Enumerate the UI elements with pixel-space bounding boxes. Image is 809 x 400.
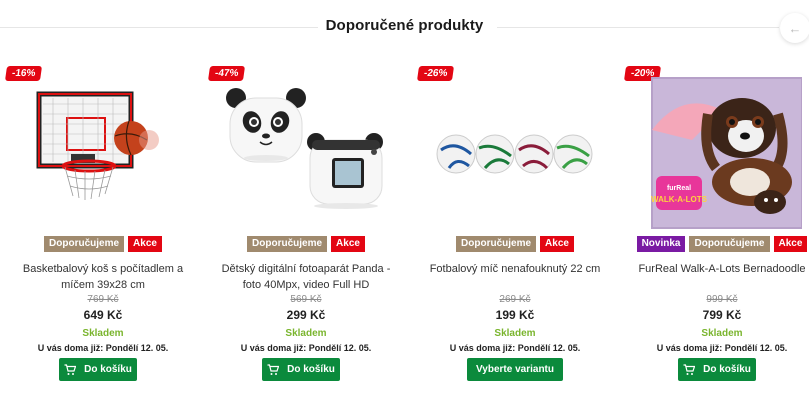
sale-badge: Akce <box>128 236 162 252</box>
price: 199 Kč <box>495 308 535 322</box>
product-image[interactable] <box>23 70 183 230</box>
add-to-cart-label: Do košíku <box>703 364 751 375</box>
product-badges: Doporučujeme Akce <box>411 236 619 252</box>
add-to-cart-label: Do košíku <box>84 364 132 375</box>
price: 649 Kč <box>83 308 123 322</box>
old-price: 999 Kč <box>706 294 738 305</box>
product-card[interactable]: -16% Doporučujeme Akce Basketbalový koš … <box>0 58 207 400</box>
add-to-cart-label: Do košíku <box>287 364 335 375</box>
product-name[interactable]: FurReal Walk-A-Lots Bernadoodle <box>628 261 809 277</box>
svg-text:WALK-A-LOTS: WALK-A-LOTS <box>651 195 708 204</box>
product-image[interactable] <box>435 70 595 230</box>
stock-status: Skladem <box>285 328 327 339</box>
cart-icon <box>64 363 77 375</box>
delivery-date: U vás doma již: Pondělí 12. 05. <box>449 343 581 353</box>
add-to-cart-button[interactable]: Do košíku <box>59 358 137 381</box>
old-price: 769 Kč <box>87 294 119 305</box>
recommended-badge: Doporučujeme <box>44 236 125 252</box>
product-card[interactable]: -47% Doporučujeme Akce Dětský digitální … <box>202 58 410 400</box>
new-badge: Novinka <box>636 236 686 252</box>
product-name[interactable]: Dětský digitální fotoaparát Panda - foto… <box>212 261 400 293</box>
carousel-prev-button[interactable]: ← <box>780 13 809 43</box>
sale-badge: Akce <box>773 236 808 252</box>
delivery-date: U vás doma již: Pondělí 12. 05. <box>656 343 788 353</box>
recommended-badge: Doporučujeme <box>689 236 770 252</box>
add-to-cart-button[interactable]: Do košíku <box>262 358 340 381</box>
product-badges: Novinka Doporučujeme Akce <box>618 236 809 252</box>
price: 299 Kč <box>286 308 326 322</box>
product-name[interactable]: Fotbalový míč nenafouknutý 22 cm <box>421 261 609 277</box>
brand-logo: furReal WALK-A-LOTS <box>651 176 708 210</box>
stock-status: Skladem <box>82 328 124 339</box>
delivery-date: U vás doma již: Pondělí 12. 05. <box>240 343 372 353</box>
sale-badge: Akce <box>540 236 574 252</box>
recommended-badge: Doporučujeme <box>456 236 537 252</box>
select-variant-label: Vyberte variantu <box>476 364 554 375</box>
product-name[interactable]: Basketbalový koš s počítadlem a míčem 39… <box>9 261 197 293</box>
svg-text:furReal: furReal <box>667 185 691 192</box>
recommended-badge: Doporučujeme <box>247 236 328 252</box>
stock-status: Skladem <box>701 328 743 339</box>
product-badges: Doporučujeme Akce <box>0 236 207 252</box>
delivery-date: U vás doma již: Pondělí 12. 05. <box>37 343 169 353</box>
product-badges: Doporučujeme Akce <box>202 236 410 252</box>
cart-icon <box>267 363 280 375</box>
add-to-cart-button[interactable]: Do košíku <box>678 358 756 381</box>
select-variant-button[interactable]: Vyberte variantu <box>467 358 563 381</box>
product-card[interactable]: -26% Doporučujeme Akce Fotbalový míč nen… <box>411 58 619 400</box>
section-title: Doporučené produkty <box>325 17 484 34</box>
old-price: 269 Kč <box>499 294 531 305</box>
old-price: 569 Kč <box>290 294 322 305</box>
product-carousel: -16% Doporučujeme Akce Basketbalový koš … <box>0 58 809 400</box>
product-image[interactable]: furReal WALK-A-LOTS <box>642 70 803 230</box>
sale-badge: Akce <box>331 236 365 252</box>
product-image[interactable] <box>226 70 386 230</box>
product-card[interactable]: -20% furReal WALK-A-LOTS Novinka Doporuč… <box>618 58 809 400</box>
price: 799 Kč <box>702 308 742 322</box>
section-header: Doporučené produkty ← <box>0 0 809 58</box>
stock-status: Skladem <box>494 328 536 339</box>
cart-icon <box>683 363 696 375</box>
arrow-left-icon: ← <box>788 20 802 36</box>
